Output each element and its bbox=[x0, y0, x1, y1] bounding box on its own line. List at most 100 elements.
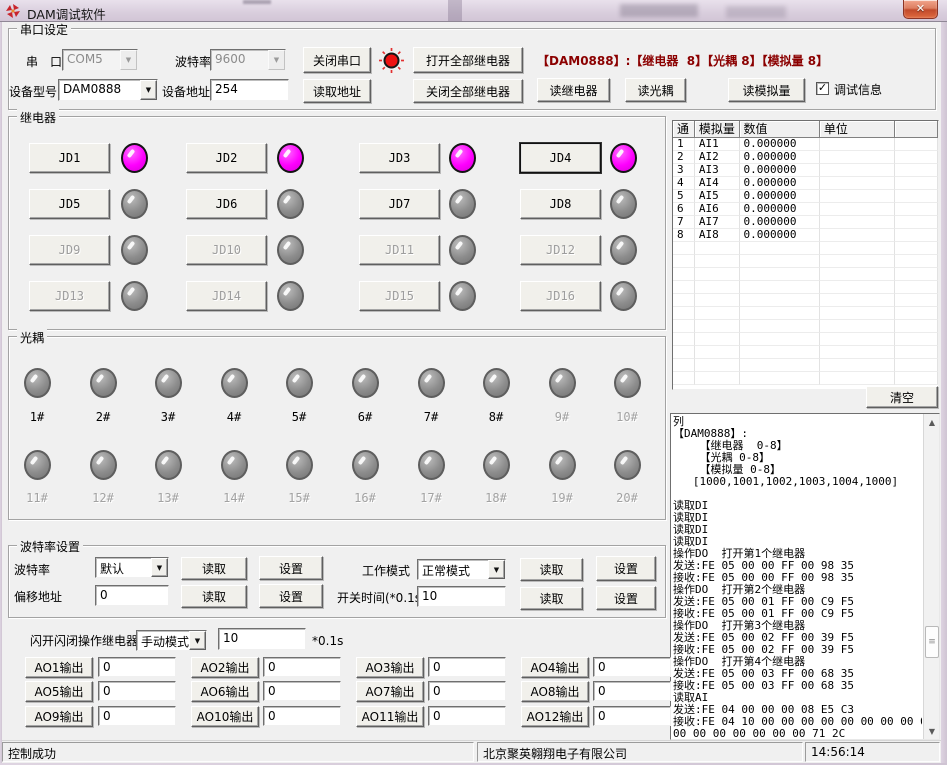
set-switchtime-button[interactable]: 设置 bbox=[596, 586, 656, 610]
baud-rate-select[interactable]: 9600 ▼ bbox=[210, 49, 286, 71]
relay-button-jd6[interactable]: JD6 bbox=[186, 189, 267, 219]
ao-output-button-2[interactable]: AO2输出 bbox=[191, 657, 259, 678]
table-row bbox=[673, 307, 938, 320]
scroll-down-icon[interactable]: ▼ bbox=[924, 723, 940, 739]
ao-output-button-3[interactable]: AO3输出 bbox=[356, 657, 424, 678]
offset-address-label: 偏移地址 bbox=[14, 590, 62, 604]
set-workmode-button[interactable]: 设置 bbox=[596, 556, 656, 581]
table-cell bbox=[695, 242, 740, 255]
ao-output-input-10[interactable]: 0 bbox=[263, 706, 341, 726]
log-panel[interactable]: 列【DAM0888】: 【继电器 0-8】 【光耦 0-8】 【模拟量 0-8】… bbox=[670, 413, 940, 740]
relay-button-jd13[interactable]: JD13 bbox=[29, 281, 110, 311]
ao-output-input-3[interactable]: 0 bbox=[428, 657, 506, 677]
ao-output-button-10[interactable]: AO10输出 bbox=[191, 706, 259, 727]
ao-output-input-6[interactable]: 0 bbox=[263, 681, 341, 701]
ao-output-button-9[interactable]: AO9输出 bbox=[25, 706, 93, 727]
open-all-relays-button[interactable]: 打开全部继电器 bbox=[413, 47, 523, 73]
read-opto-button[interactable]: 读光耦 bbox=[625, 78, 686, 102]
read-switchtime-button[interactable]: 读取 bbox=[520, 587, 583, 610]
titlebar[interactable]: DAM调试软件 bbox=[0, 0, 947, 22]
ao-output-input-5[interactable]: 0 bbox=[98, 681, 176, 701]
work-mode-select[interactable]: 正常模式 ▼ bbox=[417, 559, 506, 580]
ao-output-button-4[interactable]: AO4输出 bbox=[521, 657, 589, 678]
ao-output-button-6[interactable]: AO6输出 bbox=[191, 681, 259, 702]
flash-mode-select[interactable]: 手动模式 ▼ bbox=[136, 630, 207, 651]
ao-output-input-8[interactable]: 0 bbox=[593, 681, 671, 701]
device-address-input[interactable]: 254 bbox=[210, 79, 289, 101]
switch-time-input[interactable]: 10 bbox=[417, 586, 506, 607]
ao-output-button-1[interactable]: AO1输出 bbox=[25, 657, 93, 678]
chevron-down-icon: ▼ bbox=[268, 50, 285, 70]
table-cell bbox=[695, 320, 740, 333]
relay-button-jd9[interactable]: JD9 bbox=[29, 235, 110, 265]
scroll-up-icon[interactable]: ▲ bbox=[924, 414, 940, 430]
chevron-down-icon: ▼ bbox=[140, 80, 157, 100]
read-analog-button[interactable]: 读模拟量 bbox=[728, 78, 805, 102]
table-cell bbox=[820, 164, 895, 177]
read-address-button[interactable]: 读取地址 bbox=[303, 79, 371, 103]
ao-output-input-7[interactable]: 0 bbox=[428, 681, 506, 701]
read-offset-button[interactable]: 读取 bbox=[181, 585, 247, 608]
ao-output-button-5[interactable]: AO5输出 bbox=[25, 681, 93, 702]
ao-output-button-8[interactable]: AO8输出 bbox=[521, 681, 589, 702]
set-offset-button[interactable]: 设置 bbox=[259, 584, 323, 608]
ao-output-button-12[interactable]: AO12输出 bbox=[521, 706, 589, 727]
log-scrollbar[interactable]: ▲ ≡ ▼ bbox=[923, 414, 939, 739]
serial-group-title: 串口设定 bbox=[17, 21, 71, 38]
relay-button-jd1[interactable]: JD1 bbox=[29, 143, 110, 173]
log-line: 读取DI bbox=[673, 500, 922, 512]
flash-time-input[interactable]: 10 bbox=[218, 628, 306, 650]
ao-output-input-2[interactable]: 0 bbox=[263, 657, 341, 677]
table-cell bbox=[820, 190, 895, 203]
table-cell bbox=[895, 346, 938, 359]
log-line: 00 00 00 00 00 00 00 71 2C bbox=[673, 728, 922, 739]
device-model-select[interactable]: DAM0888 ▼ bbox=[58, 79, 158, 101]
close-button[interactable]: ✕ bbox=[903, 0, 938, 19]
relay-button-jd3[interactable]: JD3 bbox=[359, 143, 440, 173]
relay-button-jd7[interactable]: JD7 bbox=[359, 189, 440, 219]
read-relays-button[interactable]: 读继电器 bbox=[537, 78, 610, 102]
table-row bbox=[673, 281, 938, 294]
relay-button-jd15[interactable]: JD15 bbox=[359, 281, 440, 311]
table-cell bbox=[895, 294, 938, 307]
table-cell bbox=[740, 281, 820, 294]
ao-output-input-9[interactable]: 0 bbox=[98, 706, 176, 726]
relay-button-jd10[interactable]: JD10 bbox=[186, 235, 267, 265]
read-workmode-button[interactable]: 读取 bbox=[520, 558, 583, 581]
relay-button-jd2[interactable]: JD2 bbox=[186, 143, 267, 173]
clear-log-button[interactable]: 清空 bbox=[866, 386, 938, 408]
relay-button-jd16[interactable]: JD16 bbox=[520, 281, 601, 311]
ao-output-input-1[interactable]: 0 bbox=[98, 657, 176, 677]
ao-output-input-12[interactable]: 0 bbox=[593, 706, 671, 726]
table-cell bbox=[820, 346, 895, 359]
relay-button-jd4[interactable]: JD4 bbox=[520, 143, 601, 173]
ao-output-button-7[interactable]: AO7输出 bbox=[356, 681, 424, 702]
table-cell bbox=[740, 307, 820, 320]
table-row bbox=[673, 359, 938, 372]
serial-open-indicator-led bbox=[378, 47, 405, 74]
close-serial-button[interactable]: 关闭串口 bbox=[303, 47, 371, 73]
close-all-relays-button[interactable]: 关闭全部继电器 bbox=[413, 79, 523, 103]
relay-button-jd14[interactable]: JD14 bbox=[186, 281, 267, 311]
read-baud-button[interactable]: 读取 bbox=[181, 557, 247, 580]
baud-setting-select[interactable]: 默认 ▼ bbox=[95, 557, 169, 578]
table-cell bbox=[673, 333, 695, 346]
relay-button-jd12[interactable]: JD12 bbox=[520, 235, 601, 265]
offset-address-input[interactable]: 0 bbox=[95, 585, 169, 606]
table-cell bbox=[820, 333, 895, 346]
ao-output-button-11[interactable]: AO11输出 bbox=[356, 706, 424, 727]
relay-button-jd8[interactable]: JD8 bbox=[520, 189, 601, 219]
ao-output-input-11[interactable]: 0 bbox=[428, 706, 506, 726]
relay-button-jd11[interactable]: JD11 bbox=[359, 235, 440, 265]
table-cell: 0.000000 bbox=[740, 138, 820, 151]
scrollbar-thumb[interactable]: ≡ bbox=[925, 626, 939, 658]
com-port-select[interactable]: COM5 ▼ bbox=[62, 49, 138, 71]
table-cell: AI2 bbox=[695, 151, 740, 164]
table-cell bbox=[820, 216, 895, 229]
debug-info-checkbox[interactable]: ✓ bbox=[816, 82, 829, 95]
table-row: 8AI80.000000 bbox=[673, 229, 938, 242]
ao-output-input-4[interactable]: 0 bbox=[593, 657, 671, 677]
set-baud-button[interactable]: 设置 bbox=[259, 556, 323, 580]
relay-button-jd5[interactable]: JD5 bbox=[29, 189, 110, 219]
table-cell: 6 bbox=[673, 203, 695, 216]
